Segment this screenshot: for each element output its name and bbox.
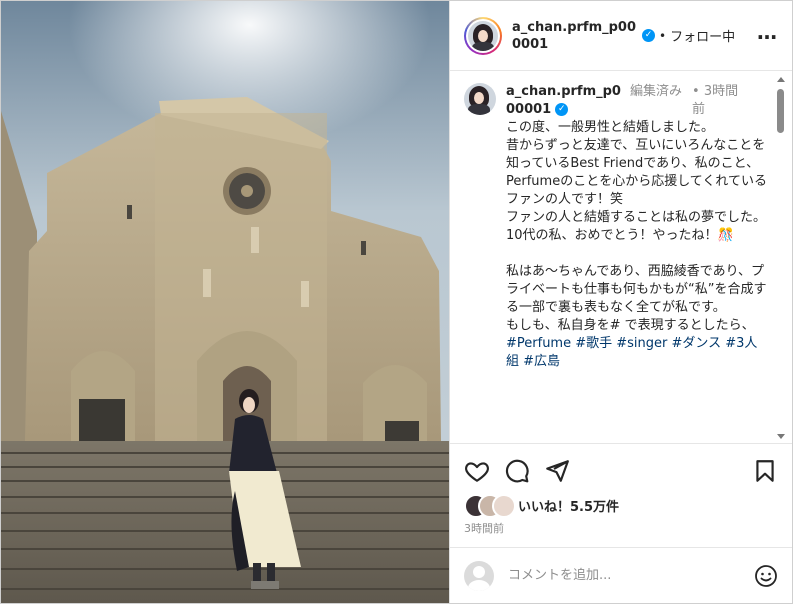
comment-input[interactable] [506, 567, 754, 584]
likes-count[interactable]: いいね！5.5万件 [518, 496, 619, 515]
current-user-avatar-body [468, 579, 490, 591]
caption-header: a_chan.prfm_p000001 ✓ 編集済み • 3時間前 [506, 83, 768, 119]
comment-icon[interactable] [504, 458, 530, 484]
emoji-icon[interactable] [754, 564, 778, 588]
header-username-block: a_chan.prfm_p000001 [512, 19, 638, 53]
caption-time-block: • 3時間前 [692, 83, 740, 119]
share-icon[interactable] [544, 458, 570, 484]
caption-hashtags[interactable]: #Perfume #歌手 #singer #ダンス #3人組 #広島 [506, 335, 768, 371]
post-photo[interactable] [1, 1, 449, 603]
bookmark-icon[interactable] [752, 458, 778, 484]
likes-row: いいね！5.5万件 [464, 494, 778, 518]
header-username[interactable]: a_chan.prfm_p000001 [512, 20, 636, 52]
caption-avatar[interactable] [464, 83, 496, 115]
separator-dot: • [659, 28, 667, 43]
add-comment-bar [450, 547, 792, 603]
current-user-avatar [464, 560, 494, 591]
caption-avatar-body [468, 104, 490, 115]
heart-icon[interactable] [464, 458, 490, 484]
action-icons-row [464, 454, 778, 488]
caption-content: a_chan.prfm_p000001 ✓ 編集済み • 3時間前 この度、一般男… [506, 83, 768, 371]
verified-badge-icon: ✓ [642, 29, 655, 42]
caption-edited-label: 編集済み [630, 84, 683, 99]
avatar [468, 20, 498, 51]
follow-status-button[interactable]: フォロー中 [670, 26, 735, 45]
caption-comment: a_chan.prfm_p000001 ✓ 編集済み • 3時間前 この度、一般男… [464, 83, 768, 371]
more-options-icon[interactable]: … [757, 22, 778, 45]
current-user-avatar-head [473, 565, 485, 578]
post-header: a_chan.prfm_p000001 ✓ • フォロー中 … [450, 1, 792, 71]
caption-dot: • [692, 84, 704, 99]
post-detail-panel: a_chan.prfm_p000001 ✓ • フォロー中 … a_chan.p… [449, 1, 792, 603]
story-avatar[interactable] [464, 16, 502, 55]
caption-text: この度、一般男性と結婚しました。 昔からずっと友達で、互いにいろんなことを知って… [506, 120, 768, 333]
instagram-post-window: a_chan.prfm_p000001 ✓ • フォロー中 … a_chan.p… [0, 0, 793, 604]
avatar-body [472, 41, 494, 51]
scroll-up-arrow-icon[interactable] [777, 77, 785, 82]
comments-scroll-area[interactable]: a_chan.prfm_p000001 ✓ 編集済み • 3時間前 この度、一般男… [450, 71, 792, 443]
scroll-down-arrow-icon[interactable] [777, 434, 785, 439]
comments-scrollbar[interactable] [777, 77, 785, 439]
avatar-border [466, 18, 500, 53]
cathedral-photo-illustration [1, 1, 449, 603]
post-timestamp[interactable]: 3時間前 [464, 520, 778, 536]
caption-avatar-face [474, 92, 484, 104]
avatar-face [478, 29, 488, 42]
caption-verified-badge-icon: ✓ [555, 103, 569, 116]
liker-avatars [464, 494, 516, 518]
caption-username-block: a_chan.prfm_p000001 ✓ [506, 83, 624, 119]
scrollbar-thumb[interactable] [777, 89, 784, 133]
liker-avatar [492, 494, 516, 518]
